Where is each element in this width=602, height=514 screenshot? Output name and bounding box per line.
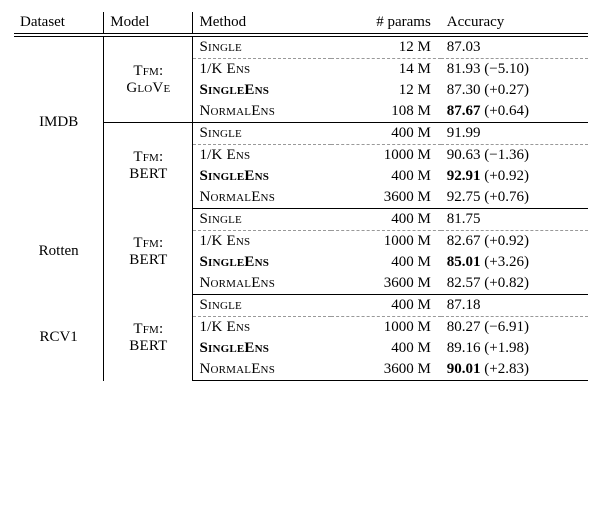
params-cell: 400 M xyxy=(331,166,441,187)
method-cell: 1/K Ens xyxy=(199,147,250,163)
params-cell: 1000 M xyxy=(331,145,441,167)
accuracy-cell: 92.91 (+0.92) xyxy=(441,166,588,187)
model-cell: Tfm: BERT xyxy=(104,209,193,295)
params-cell: 3600 M xyxy=(331,187,441,209)
method-cell: Single xyxy=(199,297,242,313)
accuracy-cell: 89.16 (+1.98) xyxy=(441,338,588,359)
params-cell: 3600 M xyxy=(331,273,441,295)
params-cell: 400 M xyxy=(331,338,441,359)
dataset-cell: RCV1 xyxy=(14,295,104,381)
method-cell: 1/K Ens xyxy=(199,319,250,335)
accuracy-cell: 87.67 (+0.64) xyxy=(441,101,588,123)
method-cell: Single xyxy=(199,125,242,141)
accuracy-cell: 82.67 (+0.92) xyxy=(441,231,588,253)
model-bottom: GloVe xyxy=(126,80,170,96)
accuracy-cell: 81.93 (−5.10) xyxy=(441,59,588,81)
col-params: # params xyxy=(331,12,441,34)
col-accuracy: Accuracy xyxy=(441,12,588,34)
params-cell: 400 M xyxy=(331,295,441,317)
model-top: Tfm: xyxy=(133,63,163,79)
accuracy-cell: 81.75 xyxy=(441,209,588,231)
accuracy-cell: 87.18 xyxy=(441,295,588,317)
accuracy-cell: 90.01 (+2.83) xyxy=(441,359,588,381)
accuracy-cell: 80.27 (−6.91) xyxy=(441,317,588,339)
method-cell: NormalEns xyxy=(199,361,275,377)
accuracy-cell: 85.01 (+3.26) xyxy=(441,252,588,273)
method-cell: 1/K Ens xyxy=(199,61,250,77)
dataset-cell: Rotten xyxy=(14,209,104,295)
results-table: Dataset Model Method # params Accuracy I… xyxy=(14,12,588,381)
params-cell: 1000 M xyxy=(331,317,441,339)
accuracy-cell: 90.63 (−1.36) xyxy=(441,145,588,167)
params-cell: 400 M xyxy=(331,123,441,145)
accuracy-cell: 82.57 (+0.82) xyxy=(441,273,588,295)
model-top: Tfm: xyxy=(133,149,163,165)
table-row: RCV1 Tfm: BERT Single 400 M 87.18 xyxy=(14,295,588,317)
table-row: IMDB Tfm: GloVe Single 12 M 87.03 xyxy=(14,37,588,59)
dataset-cell: IMDB xyxy=(14,37,104,209)
model-top: Tfm: xyxy=(133,235,163,251)
accuracy-cell: 87.03 xyxy=(441,37,588,59)
col-method: Method xyxy=(193,12,331,34)
col-model: Model xyxy=(104,12,193,34)
model-bottom: BERT xyxy=(129,252,167,268)
model-bottom: BERT xyxy=(129,166,167,182)
accuracy-cell: 92.75 (+0.76) xyxy=(441,187,588,209)
method-cell: NormalEns xyxy=(199,189,275,205)
method-cell: 1/K Ens xyxy=(199,233,250,249)
table-header-row: Dataset Model Method # params Accuracy xyxy=(14,12,588,34)
method-cell: SingleEns xyxy=(199,82,269,98)
params-cell: 400 M xyxy=(331,252,441,273)
table-row: Rotten Tfm: BERT Single 400 M 81.75 xyxy=(14,209,588,231)
model-cell: Tfm: GloVe xyxy=(104,37,193,123)
params-cell: 12 M xyxy=(331,37,441,59)
model-cell: Tfm: BERT xyxy=(104,295,193,381)
method-cell: NormalEns xyxy=(199,275,275,291)
method-cell: SingleEns xyxy=(199,340,269,356)
col-dataset: Dataset xyxy=(14,12,104,34)
model-cell: Tfm: BERT xyxy=(104,123,193,209)
accuracy-cell: 91.99 xyxy=(441,123,588,145)
params-cell: 400 M xyxy=(331,209,441,231)
method-cell: NormalEns xyxy=(199,103,275,119)
accuracy-cell: 87.30 (+0.27) xyxy=(441,80,588,101)
params-cell: 108 M xyxy=(331,101,441,123)
method-cell: Single xyxy=(199,39,242,55)
method-cell: SingleEns xyxy=(199,254,269,270)
model-bottom: BERT xyxy=(129,338,167,354)
params-cell: 3600 M xyxy=(331,359,441,381)
params-cell: 14 M xyxy=(331,59,441,81)
method-cell: Single xyxy=(199,211,242,227)
params-cell: 1000 M xyxy=(331,231,441,253)
method-cell: SingleEns xyxy=(199,168,269,184)
model-top: Tfm: xyxy=(133,321,163,337)
params-cell: 12 M xyxy=(331,80,441,101)
